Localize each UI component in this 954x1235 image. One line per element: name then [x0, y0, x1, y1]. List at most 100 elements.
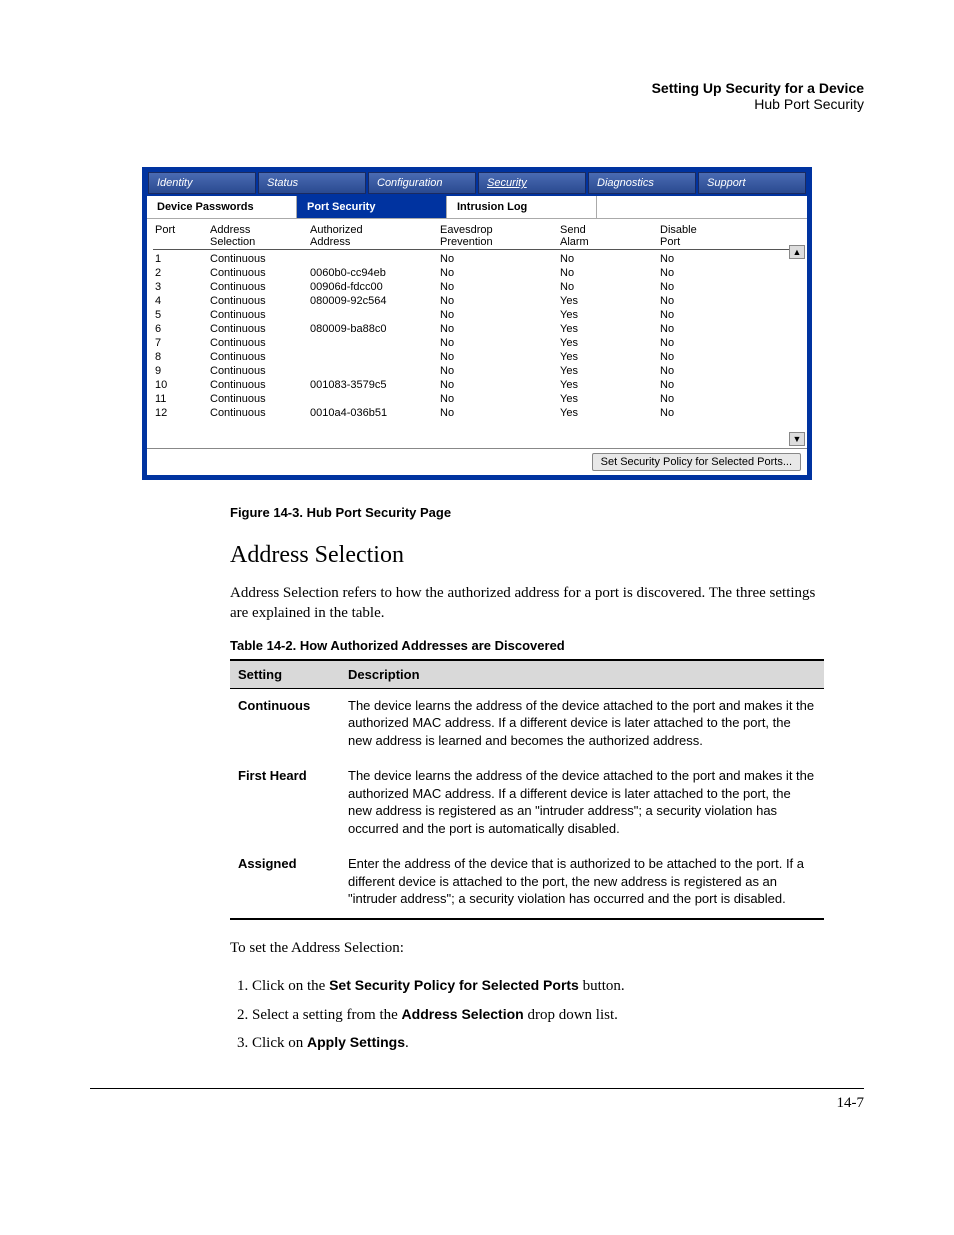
cell: Yes	[558, 406, 658, 420]
table-row[interactable]: 4Continuous080009-92c564NoYesNo	[153, 294, 801, 308]
cell: 9	[153, 364, 208, 378]
grid-header: Port Address Selection Authorized Addres…	[153, 223, 801, 250]
cell: No	[658, 322, 738, 336]
cell	[308, 350, 438, 364]
cell: Continuous	[208, 294, 308, 308]
table-row[interactable]: 10Continuous001083-3579c5NoYesNo	[153, 378, 801, 392]
top-tab-support[interactable]: Support	[698, 172, 806, 194]
cell: 1	[153, 252, 208, 266]
scroll-down-icon[interactable]: ▼	[789, 432, 805, 446]
cell: No	[438, 266, 558, 280]
col-port: Port	[153, 223, 208, 249]
cell: Yes	[558, 350, 658, 364]
table-row[interactable]: 11ContinuousNoYesNo	[153, 392, 801, 406]
cell: 4	[153, 294, 208, 308]
cell: 0060b0-cc94eb	[308, 266, 438, 280]
cell: 3	[153, 280, 208, 294]
col-eaves: Eavesdrop Prevention	[438, 223, 558, 249]
header-title: Setting Up Security for a Device	[90, 80, 864, 96]
table-row[interactable]: 9ContinuousNoYesNo	[153, 364, 801, 378]
device-panel: IdentityStatusConfigurationSecurityDiagn…	[142, 167, 812, 480]
cell: No	[658, 378, 738, 392]
table-row[interactable]: 12Continuous0010a4-036b51NoYesNo	[153, 406, 801, 420]
cell: No	[558, 280, 658, 294]
top-tab-security[interactable]: Security	[478, 172, 586, 194]
cell: Yes	[558, 364, 658, 378]
top-tab-status[interactable]: Status	[258, 172, 366, 194]
cell: 12	[153, 406, 208, 420]
step-bold: Address Selection	[402, 1006, 524, 1022]
step-bold: Set Security Policy for Selected Ports	[329, 977, 579, 993]
cell: 8	[153, 350, 208, 364]
cell: Continuous	[208, 322, 308, 336]
button-bar: Set Security Policy for Selected Ports..…	[147, 448, 807, 475]
cell: 001083-3579c5	[308, 378, 438, 392]
cell: No	[438, 336, 558, 350]
cell: Continuous	[208, 378, 308, 392]
th-description: Description	[340, 660, 824, 689]
cell: No	[658, 280, 738, 294]
table-row[interactable]: 1ContinuousNoNoNo	[153, 252, 801, 266]
table-row[interactable]: 3Continuous00906d-fdcc00NoNoNo	[153, 280, 801, 294]
cell: No	[438, 280, 558, 294]
set-security-policy-button[interactable]: Set Security Policy for Selected Ports..…	[592, 453, 801, 471]
cell: No	[438, 378, 558, 392]
page-number: 14-7	[90, 1088, 864, 1112]
step-bold: Apply Settings	[307, 1034, 405, 1050]
port-grid: Port Address Selection Authorized Addres…	[147, 219, 807, 448]
th-setting: Setting	[230, 660, 340, 689]
cell: Continuous	[208, 252, 308, 266]
cell: No	[438, 294, 558, 308]
table-row[interactable]: 2Continuous0060b0-cc94ebNoNoNo	[153, 266, 801, 280]
sub-tab-intrusion-log[interactable]: Intrusion Log	[447, 196, 597, 219]
cell: No	[658, 406, 738, 420]
cell: No	[438, 350, 558, 364]
top-tab-diagnostics[interactable]: Diagnostics	[588, 172, 696, 194]
col-disable: Disable Port	[658, 223, 738, 249]
table-row[interactable]: 6Continuous080009-ba88c0NoYesNo	[153, 322, 801, 336]
sub-tab-row: Device PasswordsPort SecurityIntrusion L…	[147, 196, 807, 219]
cell: Yes	[558, 336, 658, 350]
cell: 5	[153, 308, 208, 322]
setting-desc: The device learns the address of the dev…	[340, 759, 824, 847]
top-tab-identity[interactable]: Identity	[148, 172, 256, 194]
steps-list: Click on the Set Security Policy for Sel…	[252, 972, 824, 1058]
section-heading: Address Selection	[230, 542, 824, 569]
cell: No	[438, 364, 558, 378]
cell: Yes	[558, 308, 658, 322]
setting-name: Continuous	[230, 688, 340, 759]
desc-row: AssignedEnter the address of the device …	[230, 847, 824, 919]
cell: 080009-ba88c0	[308, 322, 438, 336]
col-authaddr: Authorized Address	[308, 223, 438, 249]
top-tab-row: IdentityStatusConfigurationSecurityDiagn…	[145, 170, 809, 194]
panel-body: Device PasswordsPort SecurityIntrusion L…	[147, 196, 807, 475]
cell: No	[438, 252, 558, 266]
steps-intro: To set the Address Selection:	[230, 938, 824, 958]
cell: No	[558, 266, 658, 280]
page-header: Setting Up Security for a Device Hub Por…	[90, 80, 864, 112]
table-row[interactable]: 5ContinuousNoYesNo	[153, 308, 801, 322]
scroll-up-icon[interactable]: ▲	[789, 245, 805, 259]
sub-tab-device-passwords[interactable]: Device Passwords	[147, 196, 297, 219]
settings-table: Setting Description ContinuousThe device…	[230, 659, 824, 920]
col-alarm: Send Alarm	[558, 223, 658, 249]
cell: Yes	[558, 392, 658, 406]
cell: No	[658, 336, 738, 350]
setting-name: First Heard	[230, 759, 340, 847]
cell	[308, 336, 438, 350]
step-item: Click on the Set Security Policy for Sel…	[252, 972, 824, 1001]
cell: No	[658, 252, 738, 266]
sub-tab-port-security[interactable]: Port Security	[297, 196, 447, 219]
intro-paragraph: Address Selection refers to how the auth…	[230, 583, 824, 624]
step-item: Click on Apply Settings.	[252, 1029, 824, 1058]
header-subtitle: Hub Port Security	[90, 96, 864, 112]
table-row[interactable]: 8ContinuousNoYesNo	[153, 350, 801, 364]
cell: 11	[153, 392, 208, 406]
cell: 6	[153, 322, 208, 336]
table-row[interactable]: 7ContinuousNoYesNo	[153, 336, 801, 350]
cell: No	[658, 364, 738, 378]
top-tab-configuration[interactable]: Configuration	[368, 172, 476, 194]
body-content: Figure 14-3. Hub Port Security Page Addr…	[230, 505, 824, 1058]
step-item: Select a setting from the Address Select…	[252, 1001, 824, 1030]
cell: Continuous	[208, 406, 308, 420]
